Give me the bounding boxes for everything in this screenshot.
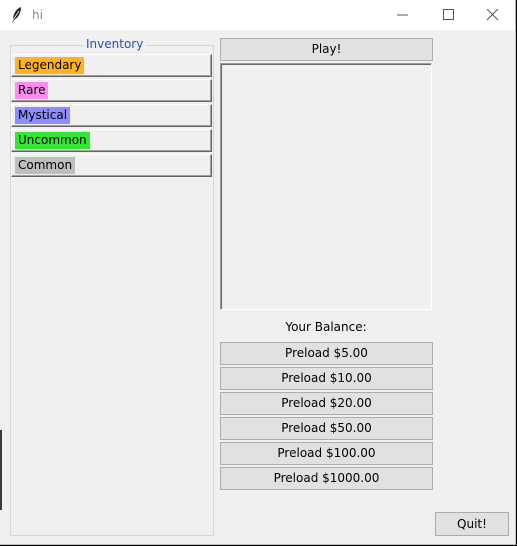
rarity-tag: Common — [15, 157, 76, 174]
preload-50-button[interactable]: Preload $50.00 — [220, 417, 433, 440]
preload-10-button[interactable]: Preload $10.00 — [220, 367, 433, 390]
results-canvas — [220, 63, 432, 310]
maximize-icon — [443, 9, 454, 20]
rarity-tag: Uncommon — [15, 132, 90, 149]
inventory-item-legendary[interactable]: Legendary — [11, 54, 212, 77]
play-button[interactable]: Play! — [220, 38, 433, 61]
app-window: hi Inventory Legendary Rare Mystical Unc… — [0, 0, 516, 545]
rarity-tag: Mystical — [15, 107, 71, 124]
background-edge — [0, 430, 2, 510]
window-title: hi — [32, 8, 43, 22]
rarity-tag: Legendary — [15, 57, 85, 74]
minimize-button[interactable] — [380, 0, 426, 30]
preload-1000-button[interactable]: Preload $1000.00 — [220, 467, 433, 490]
inventory-item-mystical[interactable]: Mystical — [11, 104, 212, 127]
title-bar[interactable]: hi — [0, 0, 515, 30]
close-icon — [487, 9, 499, 21]
feather-icon — [10, 6, 24, 24]
inventory-label: Inventory — [83, 37, 147, 51]
preload-100-button[interactable]: Preload $100.00 — [220, 442, 433, 465]
inventory-item-rare[interactable]: Rare — [11, 79, 212, 102]
balance-label: Your Balance: — [285, 320, 367, 334]
minimize-icon — [397, 14, 408, 16]
quit-button[interactable]: Quit! — [435, 512, 509, 536]
rarity-tag: Rare — [15, 82, 49, 99]
inventory-item-uncommon[interactable]: Uncommon — [11, 129, 212, 152]
preload-5-button[interactable]: Preload $5.00 — [220, 342, 433, 365]
maximize-button[interactable] — [426, 0, 472, 30]
inventory-item-common[interactable]: Common — [11, 154, 212, 177]
preload-20-button[interactable]: Preload $20.00 — [220, 392, 433, 415]
close-button[interactable] — [470, 0, 516, 30]
